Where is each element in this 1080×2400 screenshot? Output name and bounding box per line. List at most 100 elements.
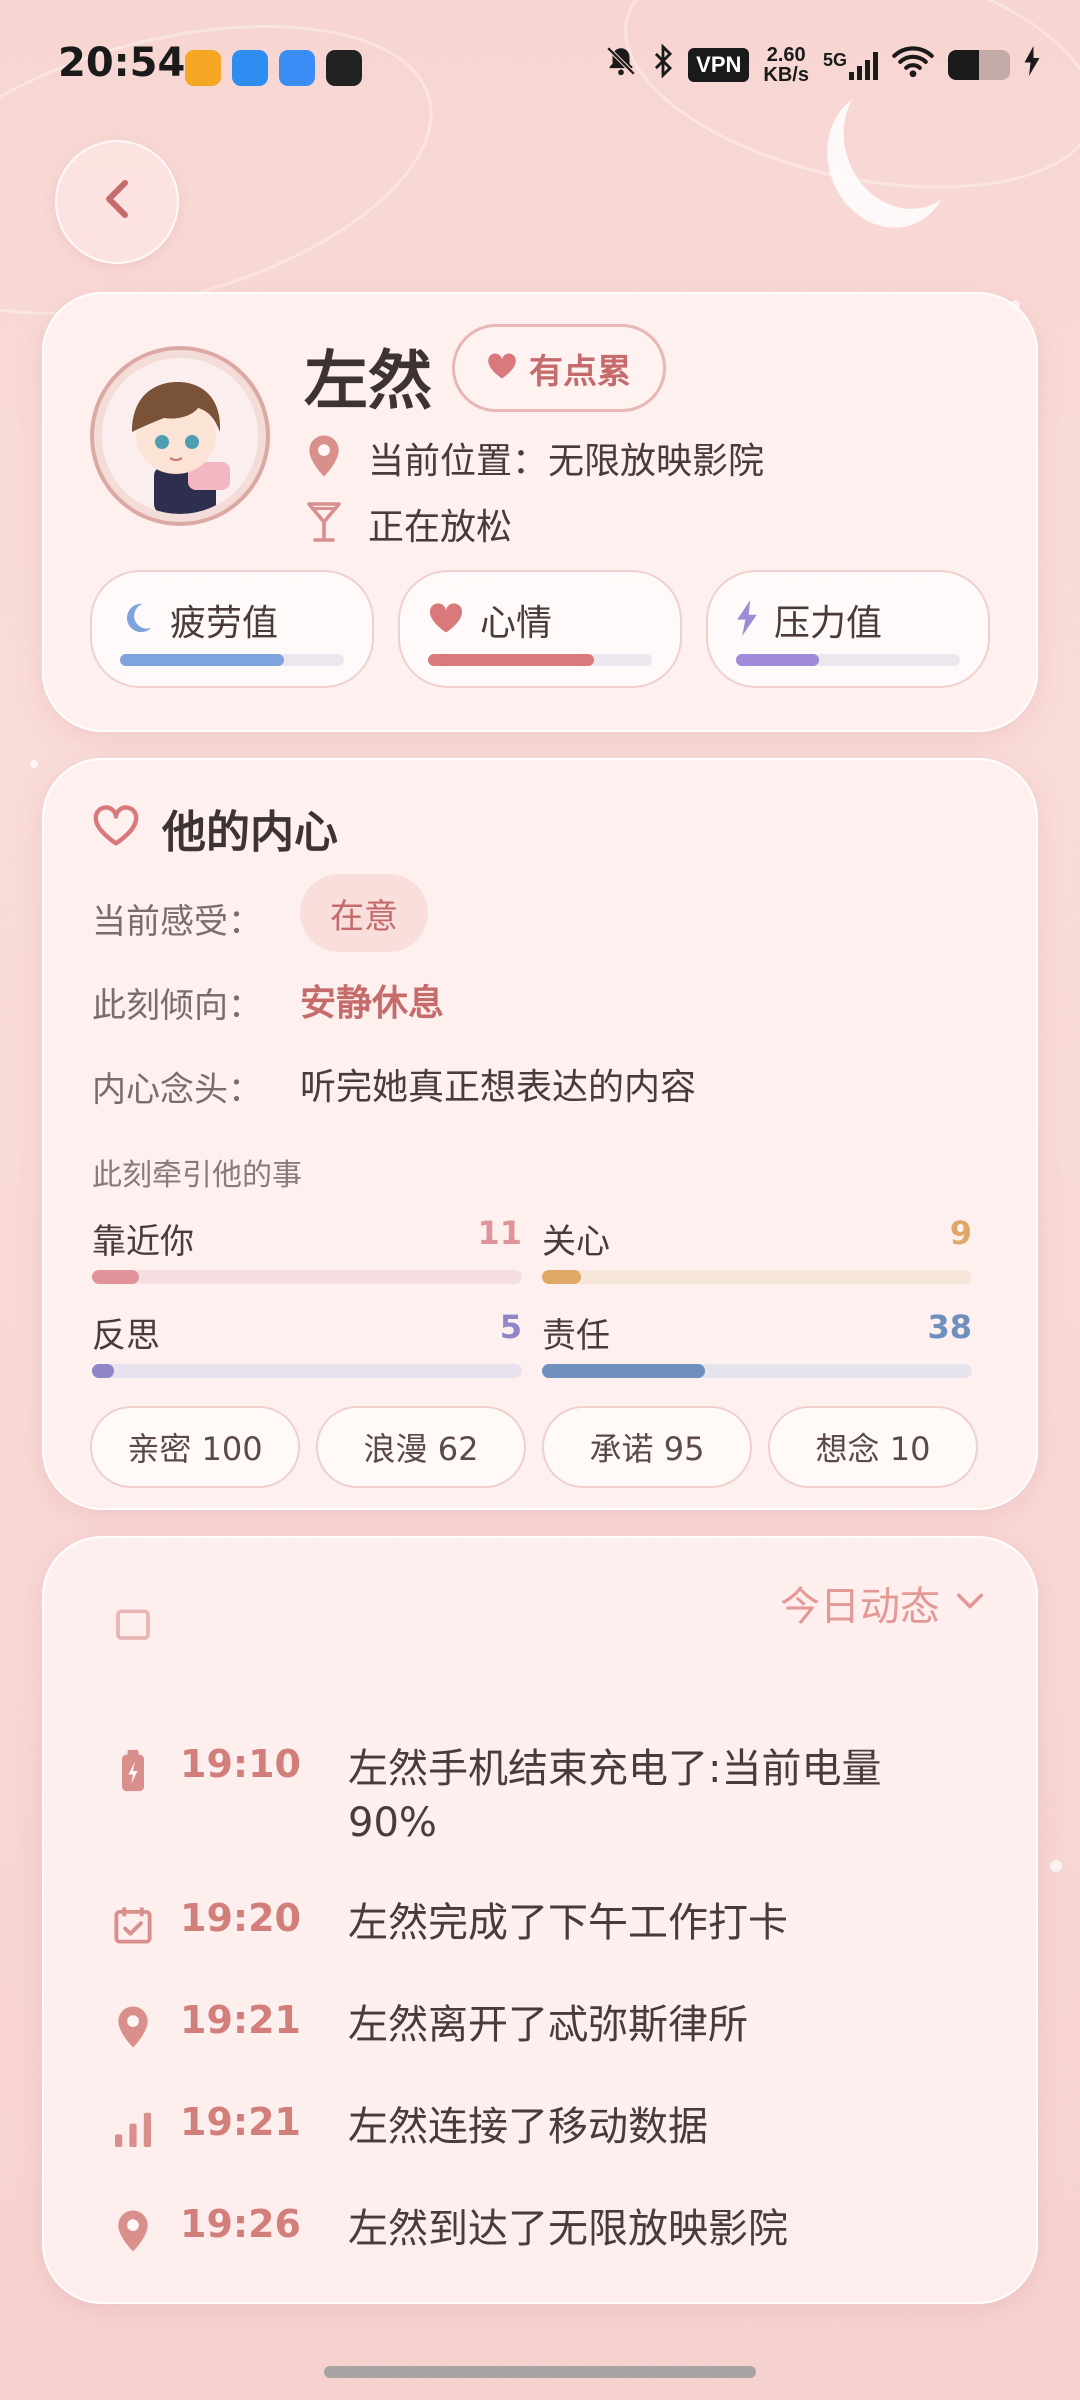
stat-label: 心情 (480, 603, 553, 644)
tag-promise[interactable]: 承诺 95 (542, 1406, 752, 1488)
status-bar: 20:54 VPN 2.60 KB/s 5G (0, 0, 1080, 130)
heart-outline-icon (92, 805, 140, 851)
chevron-left-icon (102, 179, 132, 226)
sparkle-decoration (30, 760, 38, 768)
tag-intimacy[interactable]: 亲密 100 (90, 1406, 300, 1488)
stat-track (736, 654, 960, 666)
feed-list[interactable]: 19:10 左然手机结束充电了:当前电量90% 19:20 左然完成了下午工作打… (44, 1609, 1036, 2302)
tag-romance[interactable]: 浪漫 62 (316, 1406, 526, 1488)
signal-bars-icon (110, 2106, 156, 2152)
feed-time: 19:26 (180, 2202, 301, 2246)
daily-feed-card: 今日动态 19:10 左然手机结束充电了:当前电量90% 19:20 左然完成了… (42, 1536, 1038, 2304)
stat-bar (120, 654, 284, 666)
stat-track (428, 654, 652, 666)
back-button[interactable] (55, 140, 179, 264)
stat-track (120, 654, 344, 666)
app-notification-icon (185, 50, 221, 86)
net-speed-value: 2.60 (766, 44, 806, 66)
feeling-label: 当前感受： (92, 902, 262, 942)
metric-label: 反思 (92, 1316, 160, 1356)
tendency-value: 安静休息 (300, 983, 445, 1024)
lightning-icon (736, 600, 758, 640)
status-time: 20:54 (58, 40, 186, 86)
activity-row: 正在放松 (306, 498, 512, 550)
metric-bar (92, 1364, 114, 1378)
metric-track (92, 1270, 522, 1284)
stat-label: 压力值 (774, 603, 883, 644)
feed-time: 19:20 (180, 1896, 301, 1940)
app-grid-icon (326, 50, 362, 86)
stat-label: 疲劳值 (170, 603, 279, 644)
feed-text: 左然完成了下午工作打卡 (348, 1900, 788, 1946)
metric-track (542, 1270, 972, 1284)
location-text: 当前位置：无限放映影院 (368, 441, 765, 482)
location-pin-icon (110, 2004, 156, 2050)
location-pin-icon (110, 2208, 156, 2254)
feeling-chip: 在意 (300, 874, 428, 952)
feed-time: 19:21 (180, 1998, 301, 2042)
feed-time: 19:10 (180, 1742, 301, 1786)
network-type: 5G (822, 50, 847, 70)
feeling-value: 在意 (330, 896, 398, 937)
feed-text: 左然连接了移动数据 (348, 2104, 708, 2150)
section-title-text: 他的内心 (162, 807, 338, 858)
baidu-icon (279, 50, 315, 86)
thought-label: 内心念头： (92, 1070, 262, 1110)
moon-icon (120, 601, 154, 639)
profile-card: 左然 有点累 当前位置：无限放映影院 正在放松 疲劳值 心情 压力值 (42, 292, 1038, 732)
calendar-check-icon (110, 1902, 156, 1948)
feed-text: 左然离开了忒弥斯律所 (348, 2002, 748, 2048)
heart-icon (487, 352, 517, 384)
stat-stress[interactable]: 压力值 (706, 570, 990, 688)
metric-label: 责任 (542, 1316, 610, 1356)
wifi-icon (892, 44, 934, 87)
feed-text: 左然到达了无限放映影院 (348, 2206, 788, 2252)
metric-track (92, 1364, 522, 1378)
battery-charging-icon (110, 1748, 156, 1794)
metric-value: 38 (927, 1308, 972, 1346)
section-title: 他的内心 (92, 796, 338, 860)
metric-bar (542, 1270, 581, 1284)
home-indicator[interactable] (324, 2366, 756, 2378)
metric-bar (92, 1270, 140, 1284)
tendency-label: 此刻倾向： (92, 986, 262, 1026)
net-speed: 2.60 KB/s (763, 45, 809, 85)
charging-bolt-icon (1024, 45, 1040, 85)
metric-label: 关心 (542, 1222, 610, 1262)
metric-bar (542, 1364, 706, 1378)
mood-badge[interactable]: 有点累 (452, 324, 666, 412)
vpn-badge: VPN (688, 48, 750, 82)
net-speed-unit: KB/s (763, 64, 809, 86)
attractions-title: 此刻牵引他的事 (92, 1158, 302, 1193)
calendar-icon (110, 1600, 156, 1646)
feed-header-label: 今日动态 (780, 1584, 940, 1630)
stat-bar (428, 654, 594, 666)
signal-bars-icon (849, 50, 878, 80)
cocktail-glass-icon (306, 501, 342, 547)
location-pin-icon (306, 434, 342, 482)
metric-value: 9 (949, 1214, 972, 1252)
avatar[interactable] (90, 346, 270, 526)
chevron-down-icon (956, 1592, 984, 1614)
stat-mood[interactable]: 心情 (398, 570, 682, 688)
tag-missing[interactable]: 想念 10 (768, 1406, 978, 1488)
cell-signal: 5G (823, 50, 878, 80)
mood-badge-label: 有点累 (529, 351, 631, 392)
heart-icon (428, 602, 464, 638)
stat-bar (736, 654, 819, 666)
battery-icon (948, 50, 1010, 80)
metric-label: 靠近你 (92, 1222, 194, 1262)
inner-heart-card: 他的内心 当前感受： 在意 此刻倾向： 安静休息 内心念头： 听完她真正想表达的… (42, 758, 1038, 1510)
bluetooth-icon (652, 42, 674, 87)
feed-time: 19:21 (180, 2100, 301, 2144)
feed-text: 左然手机结束充电了:当前电量90% (348, 1746, 882, 1846)
usb-icon (232, 50, 268, 86)
profile-name: 左然 (304, 345, 432, 419)
feed-header-dropdown[interactable]: 今日动态 (780, 1574, 984, 1632)
battery-fill (948, 50, 979, 80)
mute-bell-icon (604, 44, 638, 87)
metric-value: 11 (477, 1214, 522, 1252)
stat-fatigue[interactable]: 疲劳值 (90, 570, 374, 688)
metric-track (542, 1364, 972, 1378)
avatar-image (102, 358, 258, 514)
